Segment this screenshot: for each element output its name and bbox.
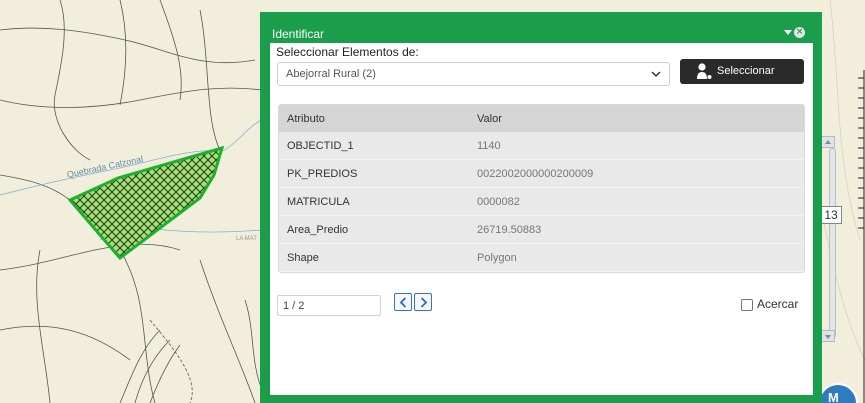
zoom-slider-track[interactable] (829, 148, 836, 338)
panel-title: Identificar (272, 27, 325, 41)
column-header-attribute: Atributo (287, 113, 325, 125)
zoom-out-button[interactable] (821, 330, 835, 342)
row-value: 26719.50883 (477, 224, 542, 236)
select-label: Seleccionar Elementos de: (276, 45, 419, 59)
select-button-label: Seleccionar (717, 65, 775, 77)
place-label: LA MAT (236, 236, 257, 242)
collapse-icon[interactable] (784, 30, 792, 35)
table-row: OBJECTID_1 1140 (279, 132, 804, 160)
row-attribute: Shape (287, 252, 319, 264)
column-header-value: Valor (477, 113, 502, 125)
table-row: Shape Polygon (279, 244, 804, 272)
scale-ruler (858, 70, 865, 403)
zoom-to-checkbox-label[interactable]: Acercar (757, 297, 798, 311)
close-icon[interactable]: × (794, 27, 805, 38)
row-attribute: MATRICULA (287, 196, 350, 208)
row-attribute: PK_PREDIOS (287, 168, 358, 180)
table-row: PK_PREDIOS 0022002000000200009 (279, 160, 804, 188)
row-attribute: OBJECTID_1 (287, 140, 354, 152)
next-page-button[interactable] (414, 293, 432, 311)
chevron-down-icon (651, 71, 661, 78)
select-pointer-icon (697, 63, 712, 79)
table-header: Atributo Valor (279, 105, 804, 132)
table-row: Area_Predio 26719.50883 (279, 216, 804, 244)
panel-body: Seleccionar Elementos de: Abejorral Rura… (270, 43, 813, 395)
zoom-level-indicator[interactable]: 13 (820, 206, 842, 224)
previous-page-button[interactable] (394, 293, 412, 311)
layer-select[interactable]: Abejorral Rural (2) (277, 62, 670, 86)
table-row: MATRICULA 0000082 (279, 188, 804, 216)
row-value: Polygon (477, 252, 517, 264)
row-value: 1140 (477, 140, 501, 152)
layer-select-value: Abejorral Rural (2) (286, 68, 376, 80)
row-attribute: Area_Predio (287, 224, 349, 236)
row-value: 0000082 (477, 196, 520, 208)
chevron-left-icon (399, 297, 407, 308)
row-value: 0022002000000200009 (477, 168, 594, 180)
zoom-in-button[interactable] (821, 136, 835, 148)
chevron-right-icon (420, 297, 428, 308)
zoom-to-checkbox[interactable] (741, 299, 753, 311)
identify-panel: Identificar × Seleccionar Elementos de: … (260, 12, 822, 403)
select-elements-button[interactable]: Seleccionar (680, 59, 804, 84)
attribute-table: Atributo Valor OBJECTID_1 1140 PK_PREDIO… (278, 104, 805, 273)
page-indicator[interactable]: 1 / 2 (277, 295, 381, 316)
